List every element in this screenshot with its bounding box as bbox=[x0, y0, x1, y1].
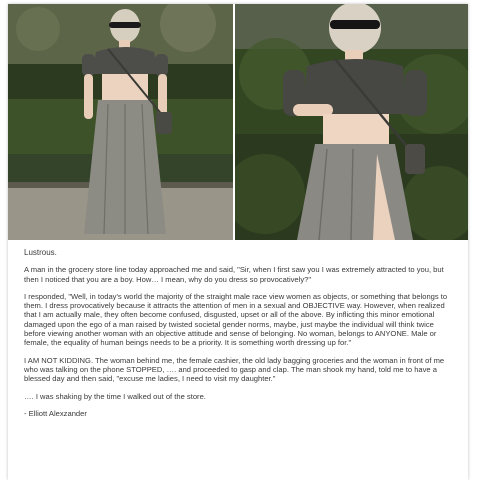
post-signature: - Elliott Alexzander bbox=[24, 408, 87, 418]
photo-left-image bbox=[8, 4, 233, 240]
post-body: Lustrous. A man in the grocery store lin… bbox=[24, 248, 452, 426]
post-title: Lustrous. bbox=[24, 248, 57, 257]
post-paragraph: …. I was shaking by the time I walked ou… bbox=[24, 391, 206, 401]
post-paragraph: I responded, "Well, in today's world the… bbox=[24, 291, 448, 348]
post-paragraph: A man in the grocery store line today ap… bbox=[24, 265, 444, 284]
post-card: Lustrous. A man in the grocery store lin… bbox=[8, 4, 468, 480]
photo-left bbox=[8, 4, 233, 240]
photo-collage bbox=[8, 4, 468, 240]
photo-right bbox=[235, 4, 468, 240]
post-paragraph: I AM NOT KIDDING. The woman behind me, t… bbox=[24, 355, 445, 384]
photo-right-image bbox=[235, 4, 468, 240]
